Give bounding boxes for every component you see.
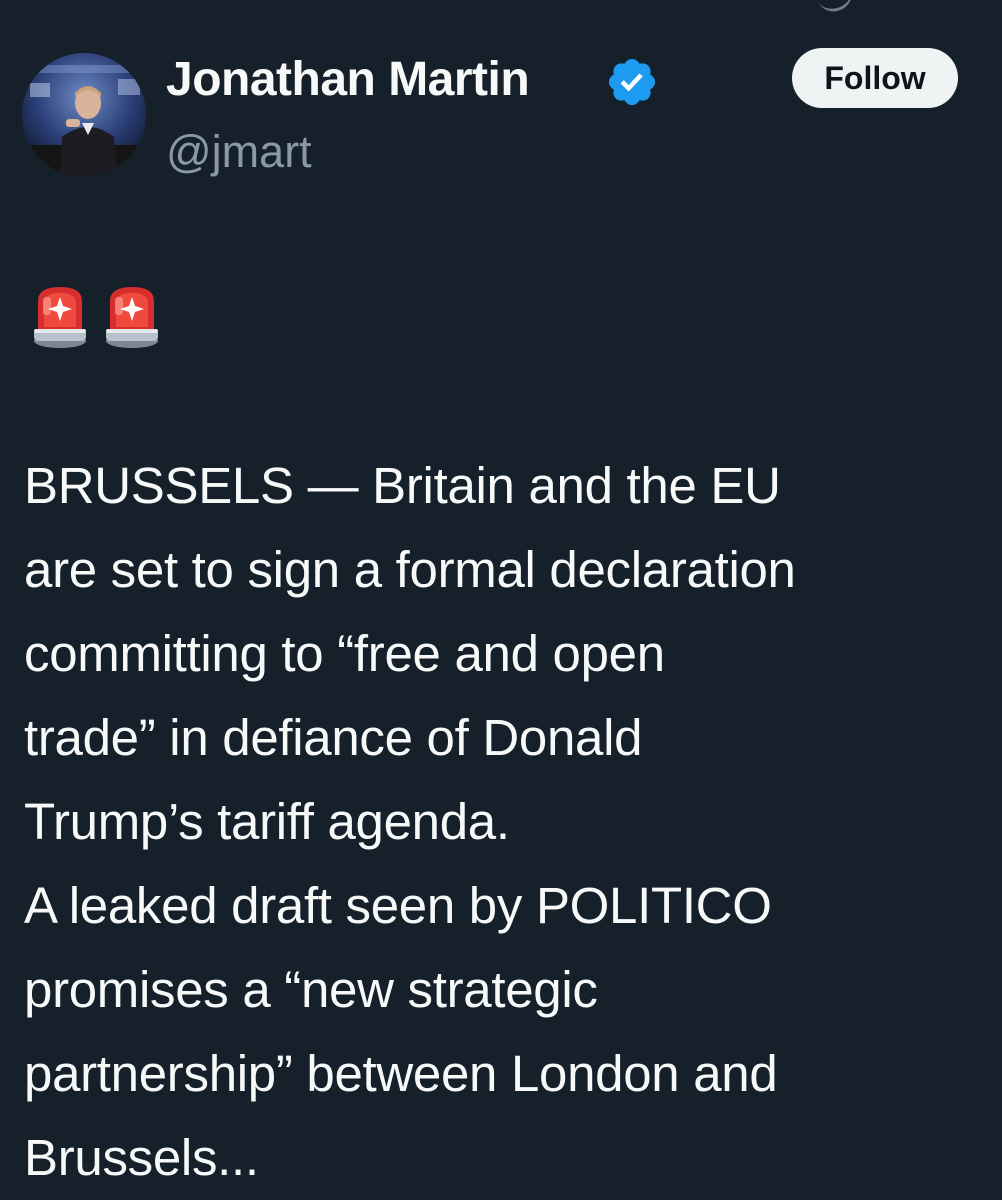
author-handle[interactable]: @jmart bbox=[166, 122, 312, 182]
tweet-text: BRUSSELS — Britain and the EU are set to… bbox=[24, 457, 796, 1186]
tweet: Jonathan Martin @jmart Follow BRUSSELS —… bbox=[0, 0, 1002, 1200]
author-display-name[interactable]: Jonathan Martin bbox=[166, 50, 530, 110]
avatar[interactable] bbox=[22, 53, 146, 177]
police-car-light-emoji bbox=[34, 287, 86, 348]
follow-button[interactable]: Follow bbox=[792, 48, 958, 108]
verified-badge-icon bbox=[608, 58, 656, 106]
police-car-light-emoji bbox=[106, 287, 158, 348]
